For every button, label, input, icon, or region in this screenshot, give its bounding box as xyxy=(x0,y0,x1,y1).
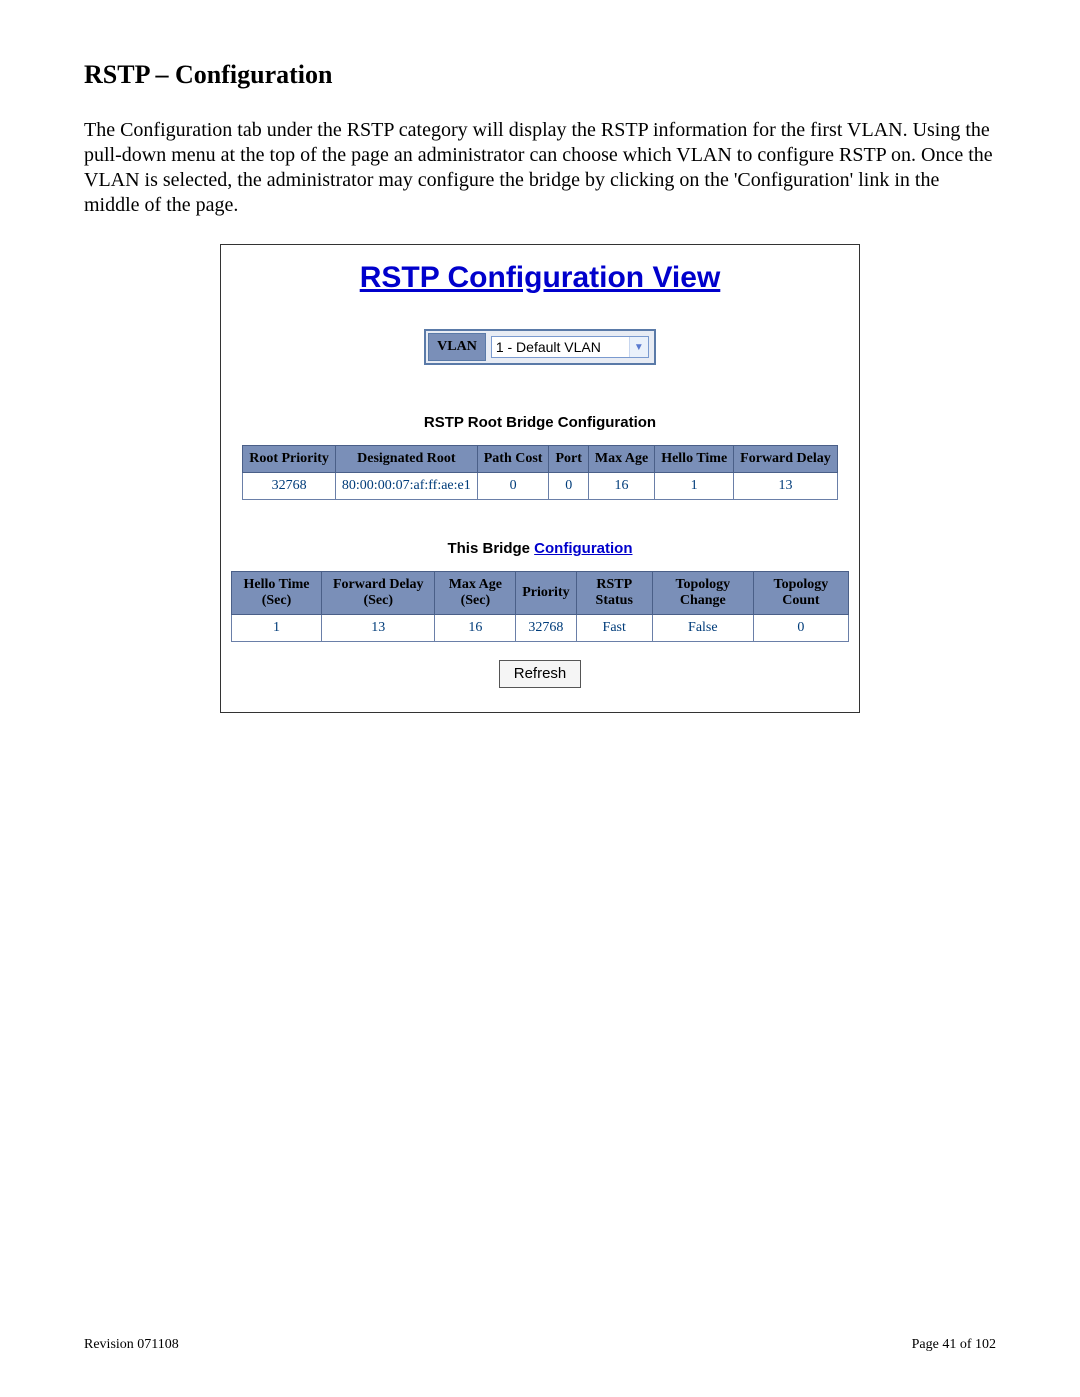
col-header: Forward Delay (Sec) xyxy=(322,572,435,615)
cell: 13 xyxy=(734,473,838,500)
col-header: Path Cost xyxy=(477,446,549,473)
table-header-row: Hello Time (Sec) Forward Delay (Sec) Max… xyxy=(232,572,849,615)
chevron-down-icon: ▼ xyxy=(629,337,648,357)
col-header: Hello Time (Sec) xyxy=(232,572,322,615)
col-header: Topology Change xyxy=(652,572,753,615)
root-bridge-table: Root Priority Designated Root Path Cost … xyxy=(242,445,838,500)
cell: 1 xyxy=(655,473,734,500)
root-section-title: RSTP Root Bridge Configuration xyxy=(231,414,849,431)
col-header: Topology Count xyxy=(753,572,848,615)
col-header: Max Age (Sec) xyxy=(435,572,516,615)
vlan-label: VLAN xyxy=(428,333,486,361)
bridge-section-title: This Bridge Configuration xyxy=(231,540,849,557)
cell: False xyxy=(652,615,753,642)
rstp-config-panel: RSTP Configuration View VLAN 1 - Default… xyxy=(220,244,860,713)
col-header: Max Age xyxy=(588,446,654,473)
vlan-select[interactable]: 1 - Default VLAN ▼ xyxy=(491,336,649,358)
page-heading: RSTP – Configuration xyxy=(84,60,996,90)
cell: 0 xyxy=(753,615,848,642)
col-header: Root Priority xyxy=(243,446,336,473)
configuration-link[interactable]: Configuration xyxy=(534,540,632,557)
vlan-selector-row: VLAN 1 - Default VLAN ▼ xyxy=(231,329,849,370)
table-row: 1 13 16 32768 Fast False 0 xyxy=(232,615,849,642)
cell: 32768 xyxy=(516,615,576,642)
refresh-button[interactable]: Refresh xyxy=(499,660,582,688)
col-header: Priority xyxy=(516,572,576,615)
intro-paragraph: The Configuration tab under the RSTP cat… xyxy=(84,118,996,218)
cell: 16 xyxy=(435,615,516,642)
cell: 80:00:00:07:af:ff:ae:e1 xyxy=(335,473,477,500)
bridge-config-table: Hello Time (Sec) Forward Delay (Sec) Max… xyxy=(231,571,849,642)
vlan-select-value: 1 - Default VLAN xyxy=(496,339,601,355)
cell: 1 xyxy=(232,615,322,642)
panel-title: RSTP Configuration View xyxy=(231,261,849,295)
bridge-section-prefix: This Bridge xyxy=(447,540,534,557)
col-header: Port xyxy=(549,446,588,473)
footer-revision: Revision 071108 xyxy=(84,1337,179,1353)
table-header-row: Root Priority Designated Root Path Cost … xyxy=(243,446,838,473)
col-header: Hello Time xyxy=(655,446,734,473)
table-row: 32768 80:00:00:07:af:ff:ae:e1 0 0 16 1 1… xyxy=(243,473,838,500)
cell: 0 xyxy=(549,473,588,500)
cell: 0 xyxy=(477,473,549,500)
col-header: Forward Delay xyxy=(734,446,838,473)
col-header: Designated Root xyxy=(335,446,477,473)
cell: 32768 xyxy=(243,473,336,500)
col-header: RSTP Status xyxy=(576,572,652,615)
cell: 13 xyxy=(322,615,435,642)
cell: Fast xyxy=(576,615,652,642)
cell: 16 xyxy=(588,473,654,500)
footer-page: Page 41 of 102 xyxy=(912,1337,996,1353)
